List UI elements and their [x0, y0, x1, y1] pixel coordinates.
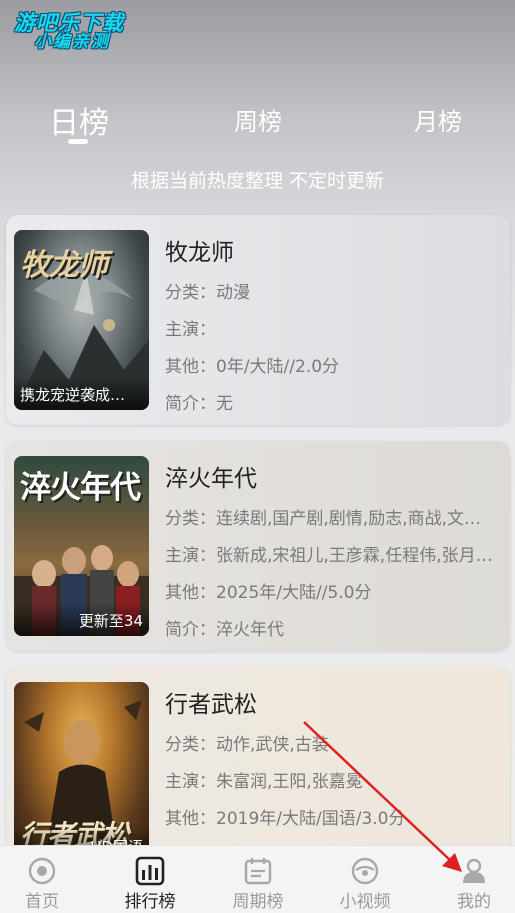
item-cast: 主演：张新成,宋祖儿,王彦霖,任程伟,张月…: [165, 546, 493, 566]
active-tab-indicator: [68, 139, 88, 144]
poster-badge: 更新至34: [14, 602, 149, 636]
poster-image[interactable]: 牧龙师 携龙宠逆袭成…: [14, 230, 149, 410]
ranking-card[interactable]: 牧龙师 携龙宠逆袭成… 牧龙师 分类：动漫 主演： 其他：0年/大陆//2.0分…: [6, 215, 510, 425]
short-video-icon: [351, 857, 379, 885]
nav-label: 我的: [457, 892, 491, 912]
nav-home[interactable]: 首页: [0, 846, 87, 913]
ranking-card[interactable]: 行者武松 HD国语 行者武松 分类：动作,武侠,古装 主演：朱富润,王阳,张嘉冕…: [6, 667, 510, 867]
item-intro: 简介：无: [165, 394, 233, 414]
poster-title-text: 淬火年代: [20, 470, 141, 506]
item-category: 分类：动漫: [165, 283, 250, 303]
ranking-card[interactable]: 淬火年代 更新至34 淬火年代 分类：连续剧,国产剧,剧情,励志,商战,文… 主…: [6, 441, 510, 651]
item-category: 分类：连续剧,国产剧,剧情,励志,商战,文…: [165, 509, 482, 529]
nav-label: 首页: [25, 892, 59, 912]
ranking-subtitle: 根据当前热度整理 不定时更新: [130, 170, 385, 192]
item-title: 行者武松: [165, 692, 257, 718]
item-other: 其他：2025年/大陆//5.0分: [165, 583, 372, 603]
nav-label: 排行榜: [124, 892, 176, 912]
calendar-icon: [244, 858, 272, 885]
item-title: 牧龙师: [165, 240, 234, 266]
poster-image[interactable]: 淬火年代 更新至34: [14, 456, 149, 636]
item-cast: 主演：: [165, 320, 216, 340]
bottom-nav: 首页 排行榜 周期榜 小视频 我的: [0, 845, 515, 913]
card-info: 行者武松 分类：动作,武侠,古装 主演：朱富润,王阳,张嘉冕 其他：2019年/…: [165, 685, 500, 867]
nav-calendar[interactable]: 周期榜: [213, 846, 303, 913]
nav-profile[interactable]: 我的: [429, 846, 515, 913]
ranking-tabs: 日榜 周榜 月榜: [0, 96, 515, 156]
card-info: 淬火年代 分类：连续剧,国产剧,剧情,励志,商战,文… 主演：张新成,宋祖儿,王…: [165, 459, 500, 649]
item-title: 淬火年代: [165, 466, 257, 492]
item-category: 分类：动作,武侠,古装: [165, 735, 329, 755]
item-intro: 简介：淬火年代: [165, 620, 284, 640]
home-icon: [28, 857, 56, 885]
poster-image[interactable]: 行者武松 HD国语: [14, 682, 149, 862]
nav-label: 小视频: [339, 892, 391, 912]
profile-icon: [463, 858, 485, 883]
nav-ranking[interactable]: 排行榜: [105, 846, 195, 913]
nav-short-video[interactable]: 小视频: [320, 846, 410, 913]
tab-weekly[interactable]: 周榜: [228, 102, 288, 137]
watermark-line2: 小编亲测: [34, 32, 110, 53]
item-other: 其他：0年/大陆//2.0分: [165, 357, 340, 377]
poster-badge: 携龙宠逆袭成…: [14, 376, 149, 410]
item-other: 其他：2019年/大陆/国语/3.0分: [165, 809, 406, 829]
nav-label: 周期榜: [232, 892, 284, 912]
ranking-icon: [135, 856, 165, 886]
tab-daily[interactable]: 日榜: [48, 98, 110, 142]
card-info: 牧龙师 分类：动漫 主演： 其他：0年/大陆//2.0分 简介：无: [165, 233, 500, 423]
item-cast: 主演：朱富润,王阳,张嘉冕: [165, 772, 363, 792]
watermark-logo: 游吧乐下载 小编亲测: [14, 12, 124, 52]
watermark-line1: 游吧乐下载: [14, 11, 124, 35]
tab-monthly[interactable]: 月榜: [408, 102, 468, 137]
poster-title-text: 牧龙师: [20, 248, 108, 283]
